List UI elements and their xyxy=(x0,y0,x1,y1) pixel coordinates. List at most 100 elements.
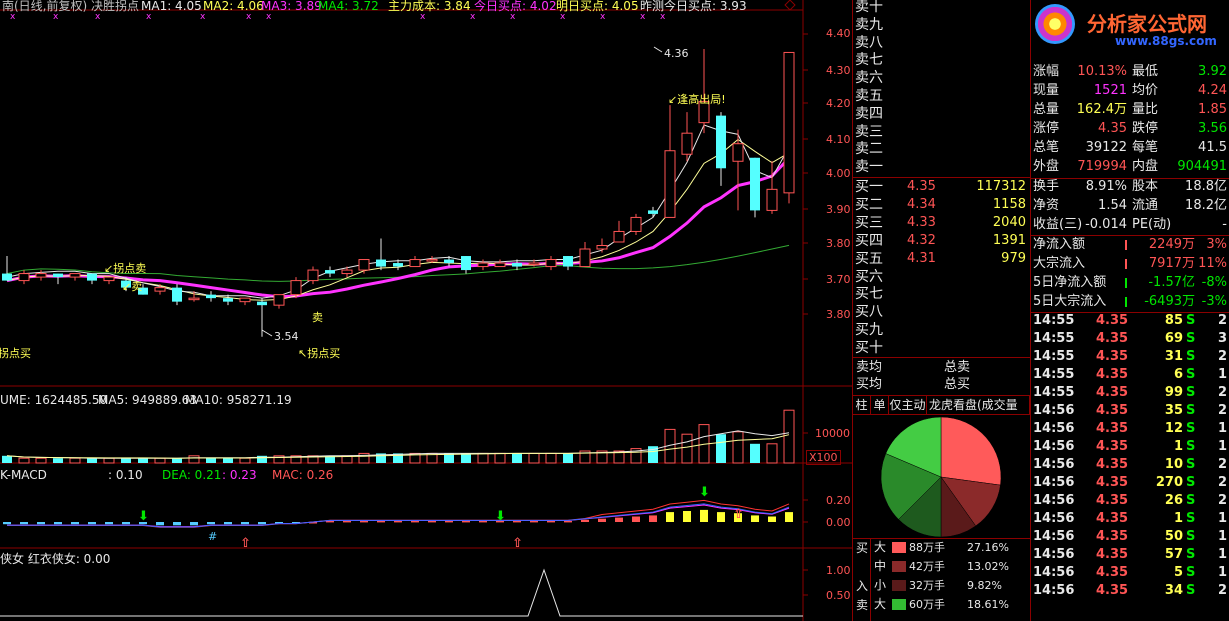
tick-row[interactable]: 14:55 4.35 99 S 2 xyxy=(1033,384,1229,402)
stat-value: 39122 xyxy=(1085,140,1127,155)
volume-bar xyxy=(494,452,506,464)
tick-side: S xyxy=(1186,529,1196,544)
buy-level-price: 4.33 xyxy=(907,214,936,230)
stat-value: 4.35 xyxy=(1098,121,1127,136)
tick-price: 4.35 xyxy=(1096,385,1129,400)
tab-bar-chart[interactable]: 柱 xyxy=(853,396,871,414)
tab-dragon-tiger[interactable]: 龙虎看盘(成交量按 xyxy=(927,396,1030,414)
tick-time: 14:56 xyxy=(1033,457,1075,472)
stat-key: 收益(三) xyxy=(1033,217,1083,232)
tick-volume: 1 xyxy=(1173,439,1183,454)
up-arrow-icon: ⇧ xyxy=(733,507,744,522)
candle xyxy=(545,256,557,271)
tab-single[interactable]: 单 xyxy=(871,396,889,414)
buy-level-price: 4.34 xyxy=(907,196,936,212)
candle xyxy=(648,206,658,218)
sell-level-label: 卖十 xyxy=(855,0,883,15)
tick-row[interactable]: 14:56 4.35 10 S 2 xyxy=(1033,456,1229,474)
bottom-indicator-label: 侠女 红衣侠女: 0.00 xyxy=(0,552,111,566)
tick-row[interactable]: 14:56 4.35 57 S 1 xyxy=(1033,546,1229,564)
macd-bar xyxy=(20,522,28,525)
tick-price: 4.35 xyxy=(1096,331,1129,346)
tick-price: 4.35 xyxy=(1096,367,1129,382)
tab-active-only[interactable]: 仅主动 xyxy=(889,396,927,414)
tick-price: 4.35 xyxy=(1096,349,1129,364)
tick-price: 4.35 xyxy=(1096,511,1129,526)
ma4-label: MA4: 3.72 xyxy=(318,0,379,13)
pie-color-swatch xyxy=(892,580,906,591)
tick-row[interactable]: 14:56 4.35 1 S 1 xyxy=(1033,438,1229,456)
tick-row[interactable]: 14:56 4.35 34 S 2 xyxy=(1033,582,1229,600)
tick-row[interactable]: 14:56 4.35 1 S 1 xyxy=(1033,510,1229,528)
candle xyxy=(409,256,421,268)
pie-size-label: 中 xyxy=(874,559,887,573)
flow-bar xyxy=(1125,240,1127,250)
sell-level-row: 卖二 xyxy=(855,140,1030,158)
signal-marker: x xyxy=(420,12,426,22)
macd-bar xyxy=(462,520,470,523)
flow-key: 大宗流入 xyxy=(1033,256,1086,271)
stat-value: 10.13% xyxy=(1077,64,1127,79)
sell-level-row: 卖三 xyxy=(855,123,1030,141)
logo-title: 分析家公式网 xyxy=(1087,12,1207,36)
buy-level-volume: 1158 xyxy=(992,196,1026,212)
macd-tick: 0.00 xyxy=(826,516,851,529)
macd-bar xyxy=(37,522,45,525)
tick-row[interactable]: 14:56 4.35 12 S 1 xyxy=(1033,420,1229,438)
tick-price: 4.35 xyxy=(1096,439,1129,454)
tick-time: 14:56 xyxy=(1033,493,1075,508)
stat-row: 总笔 39122 每笔 41.5 xyxy=(1033,139,1229,157)
volume-bar xyxy=(239,457,251,464)
tick-row[interactable]: 14:56 4.35 270 S 2 xyxy=(1033,474,1229,492)
candle xyxy=(2,256,12,281)
top-message-text: 逢高出局! xyxy=(677,93,726,106)
tick-count: 2 xyxy=(1217,403,1227,418)
tick-side: S xyxy=(1186,349,1196,364)
tick-volume: 35 xyxy=(1164,403,1183,418)
today-buy-label: 今日买点: 4.02 xyxy=(474,0,557,13)
tick-row[interactable]: 14:56 4.35 5 S 1 xyxy=(1033,564,1229,582)
flow-value: 7917万 xyxy=(1148,256,1195,271)
tick-row[interactable]: 14:56 4.35 50 S 1 xyxy=(1033,528,1229,546)
tick-side: S xyxy=(1186,475,1196,490)
tick-time: 14:56 xyxy=(1033,529,1075,544)
volume-label: UME: 1624485.50 xyxy=(0,393,108,407)
sell-level-label: 卖四 xyxy=(855,105,883,122)
buy-level-row: 买三 4.33 2040 xyxy=(855,214,1030,232)
flow-key: 5日净流入额 xyxy=(1033,275,1107,290)
tick-row[interactable]: 14:55 4.35 85 S 2 xyxy=(1033,312,1229,330)
macd-bar xyxy=(377,520,385,523)
tick-side: S xyxy=(1186,385,1196,400)
sell-level-label: 卖五 xyxy=(855,88,883,104)
candle xyxy=(681,112,693,162)
tick-volume: 5 xyxy=(1173,565,1183,580)
stat-value: 8.91% xyxy=(1085,179,1127,194)
volume-bar xyxy=(2,455,12,463)
tick-price: 4.35 xyxy=(1096,421,1129,436)
up-arrow-icon: ⇧ xyxy=(512,536,523,551)
stat-value: 3.92 xyxy=(1198,64,1227,79)
stat-value: - xyxy=(1222,217,1227,232)
tick-time: 14:55 xyxy=(1033,313,1075,328)
tick-row[interactable]: 14:56 4.35 26 S 2 xyxy=(1033,492,1229,510)
tick-time: 14:56 xyxy=(1033,475,1075,490)
pie-volume: 32万手 xyxy=(909,579,945,592)
tick-row[interactable]: 14:55 4.35 31 S 2 xyxy=(1033,348,1229,366)
tick-row[interactable]: 14:55 4.35 69 S 3 xyxy=(1033,330,1229,348)
tick-time: 14:56 xyxy=(1033,583,1075,598)
buy-level-label: 买五 xyxy=(855,250,883,267)
candle xyxy=(698,48,710,134)
sell-level-row: 卖五 xyxy=(855,87,1030,105)
stat-key: 总笔 xyxy=(1033,140,1060,155)
pie-size-label: 大 xyxy=(874,597,887,611)
macd-bar xyxy=(479,520,487,523)
tick-count: 1 xyxy=(1217,367,1227,382)
tick-row[interactable]: 14:55 4.35 6 S 1 xyxy=(1033,366,1229,384)
logo-flower-icon xyxy=(1035,4,1075,44)
flow-percent: 11% xyxy=(1198,256,1227,271)
candle xyxy=(766,161,778,214)
macd-bar xyxy=(615,517,623,522)
stat-row: 总量 162.4万 量比 1.85 xyxy=(1033,101,1229,119)
tick-row[interactable]: 14:56 4.35 35 S 2 xyxy=(1033,402,1229,420)
macd-bar xyxy=(547,520,555,523)
